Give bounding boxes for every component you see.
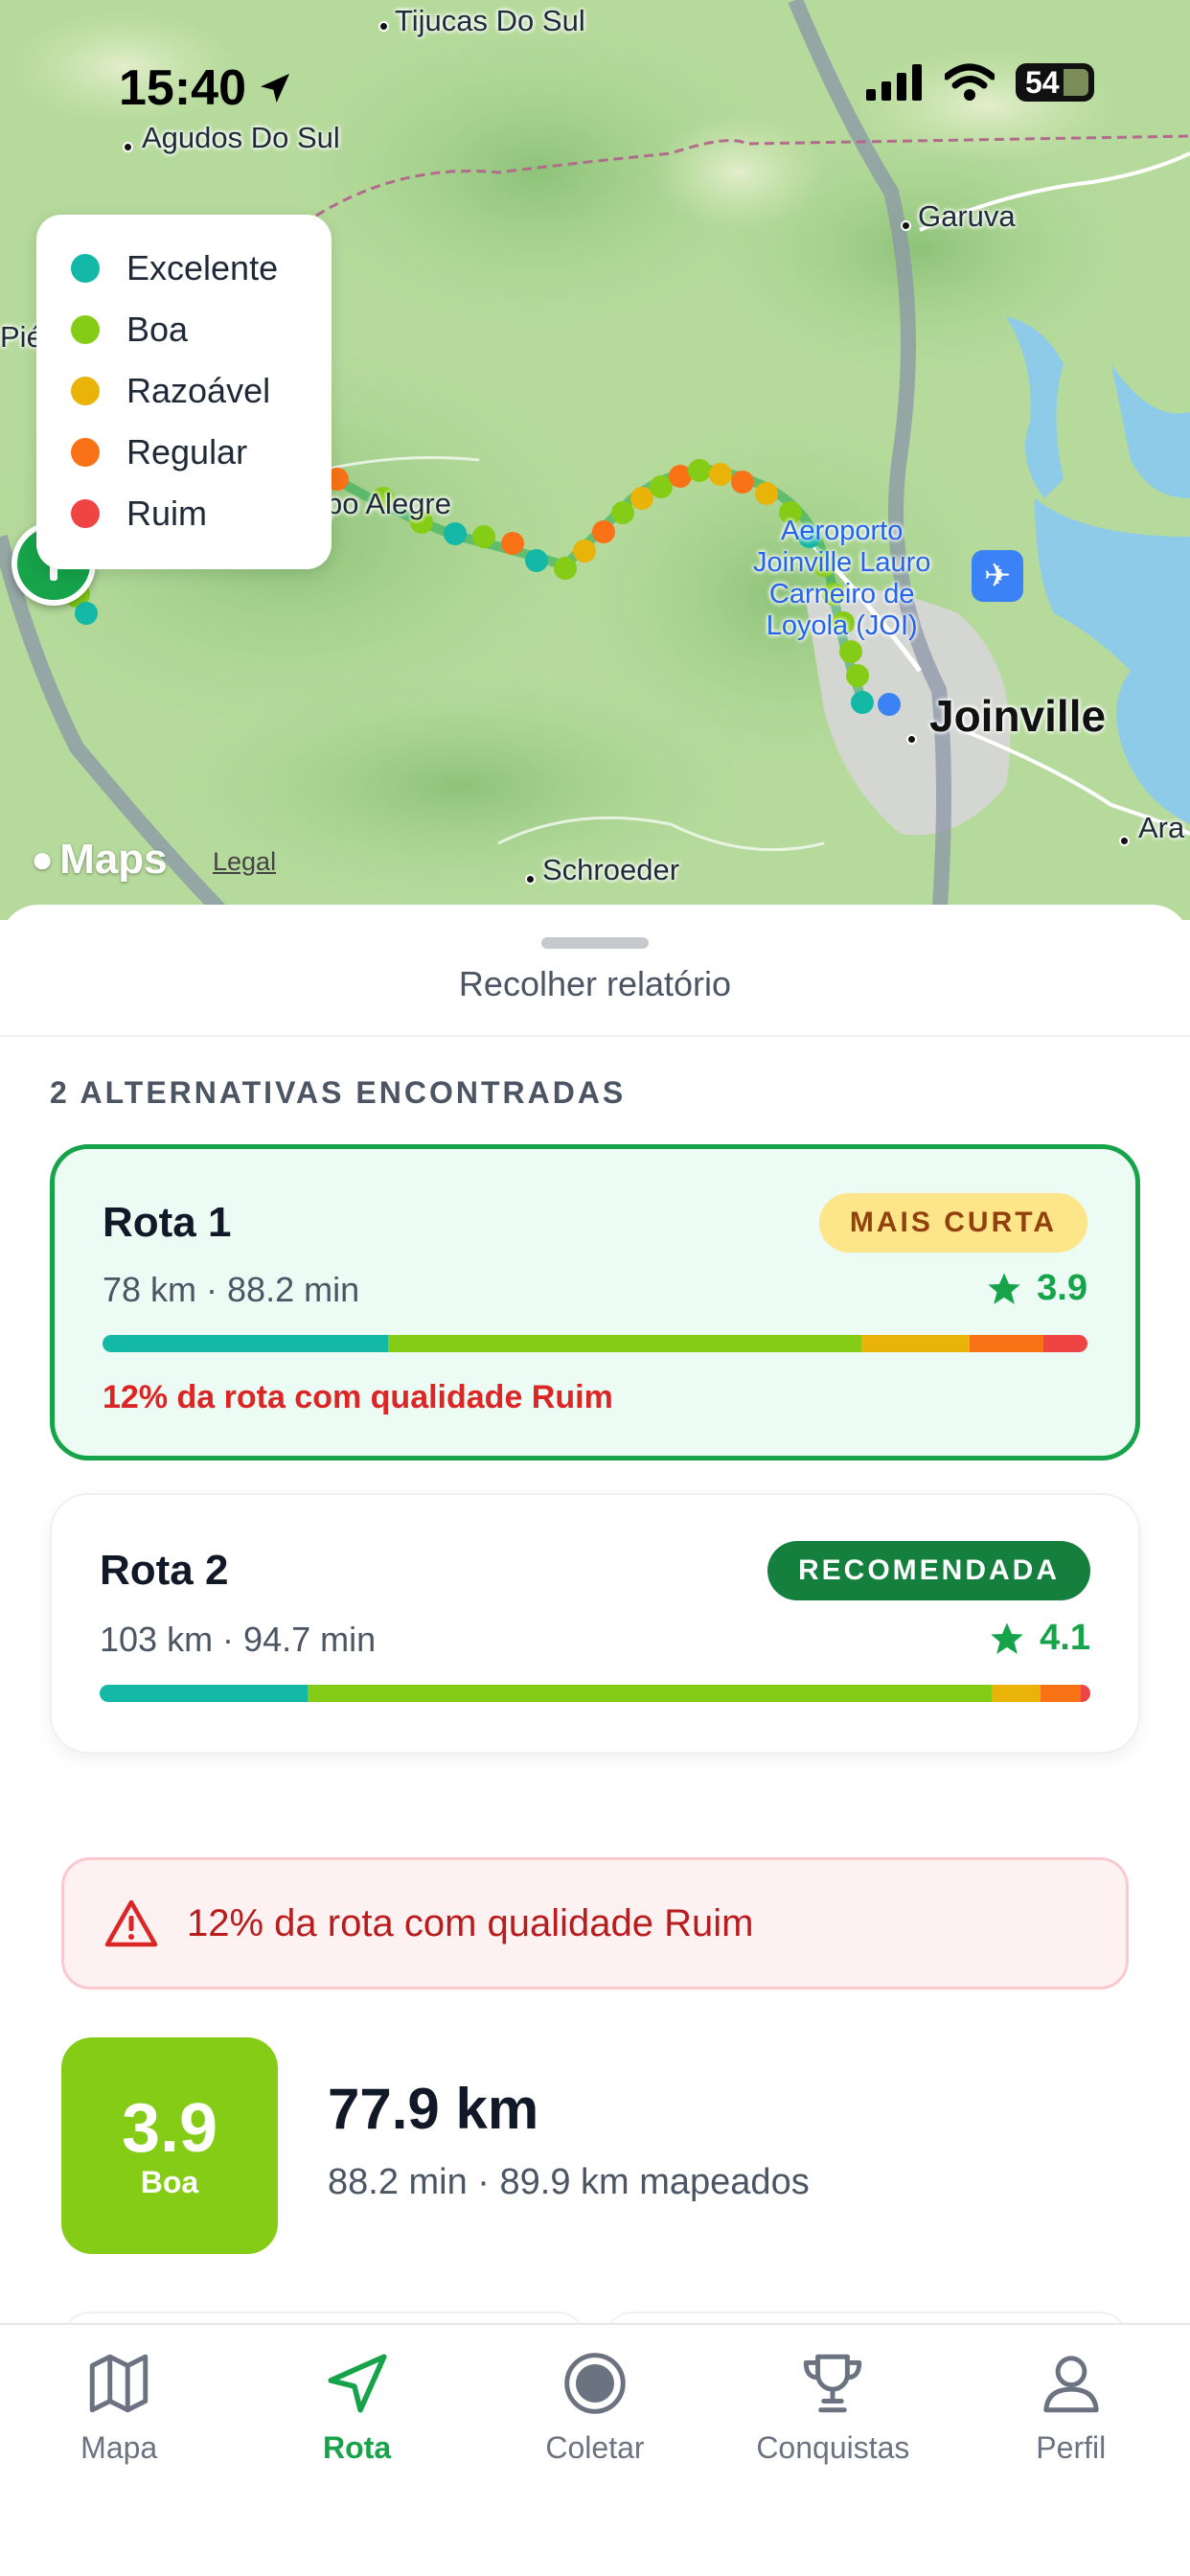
route-score: 3.9 bbox=[985, 1268, 1087, 1309]
route-card-2[interactable]: Rota 2 RECOMENDADA 103 km · 94.7 min 4.1 bbox=[50, 1493, 1140, 1754]
route-title: Rota 1 bbox=[103, 1199, 232, 1246]
person-icon bbox=[1043, 2356, 1099, 2413]
quality-segment-excelente bbox=[100, 1685, 309, 1702]
route-details: 88.2 min · 89.9 km mapeados bbox=[328, 2162, 810, 2202]
alternatives-heading: 2 ALTERNATIVAS ENCONTRADAS bbox=[50, 1075, 627, 1110]
quality-segment-regular bbox=[1041, 1685, 1081, 1702]
route-subtitle: 78 km · 88.2 min bbox=[103, 1270, 360, 1309]
city-dot bbox=[378, 21, 389, 32]
tab-conquistas[interactable]: Conquistas bbox=[714, 2325, 951, 2576]
place-schroeder: Schroeder bbox=[542, 853, 680, 886]
quality-segment-razoável bbox=[991, 1685, 1041, 1702]
apple-logo-icon: ● bbox=[31, 838, 55, 881]
legend-dot-icon bbox=[71, 499, 100, 528]
quality-segment-boa bbox=[388, 1335, 861, 1352]
status-time: 15:40 bbox=[119, 59, 294, 117]
quality-segment-boa bbox=[308, 1685, 992, 1702]
place-tijucas: Tijucas Do Sul bbox=[395, 4, 585, 37]
legend-item: Razoável bbox=[71, 360, 297, 422]
city-dot bbox=[901, 220, 911, 231]
collapse-report-button[interactable]: Recolher relatório bbox=[0, 964, 1190, 1004]
legend-dot-icon bbox=[71, 438, 100, 467]
legend-item: Ruim bbox=[71, 483, 297, 544]
airport-icon: ✈ bbox=[972, 550, 1023, 602]
quality-segment-excelente bbox=[103, 1335, 389, 1352]
route-subtitle: 103 km · 94.7 min bbox=[100, 1620, 377, 1659]
legend-dot-icon bbox=[71, 377, 100, 405]
tab-rota[interactable]: Rota bbox=[238, 2325, 475, 2576]
star-icon bbox=[988, 1272, 1020, 1304]
navigation-arrow-icon bbox=[328, 2354, 387, 2413]
record-icon bbox=[564, 2353, 626, 2414]
shortest-badge: MAIS CURTA bbox=[818, 1193, 1087, 1253]
route-title: Rota 2 bbox=[100, 1547, 229, 1594]
quality-segment-razoável bbox=[860, 1335, 970, 1352]
quality-segment-ruim bbox=[1080, 1685, 1090, 1702]
status-indicators: 54 bbox=[866, 63, 1094, 102]
map-icon bbox=[89, 2354, 149, 2413]
route-distance: 77.9 km bbox=[328, 2077, 539, 2141]
sheet-grabber[interactable] bbox=[541, 937, 649, 949]
quality-segment-ruim bbox=[1042, 1335, 1087, 1352]
warning-triangle-icon bbox=[104, 1899, 158, 1947]
route-score: 4.1 bbox=[988, 1618, 1090, 1659]
quality-segment-regular bbox=[969, 1335, 1043, 1352]
trophy-icon bbox=[804, 2354, 862, 2413]
place-agudos: Agudos Do Sul bbox=[142, 121, 340, 154]
quality-bar bbox=[103, 1335, 1087, 1352]
legend-item: Boa bbox=[71, 299, 297, 360]
place-joinville: Joinville bbox=[929, 691, 1107, 741]
divider bbox=[0, 1035, 1190, 1037]
place-campo-alegre: po Alegre bbox=[326, 487, 451, 520]
quality-bar bbox=[100, 1685, 1090, 1702]
maps-legal-link[interactable]: Legal bbox=[213, 847, 276, 877]
route-report-sheet: Recolher relatório 2 ALTERNATIVAS ENCONT… bbox=[0, 905, 1190, 2340]
city-dot bbox=[1119, 836, 1130, 846]
legend-dot-icon bbox=[71, 254, 100, 283]
place-ara: Ara bbox=[1138, 811, 1185, 844]
route-map[interactable]: ✈ Tijucas Do Sul Agudos Do Sul Garuva Pi… bbox=[0, 0, 1190, 920]
apple-maps-logo: ● Maps bbox=[31, 836, 168, 883]
quality-score-box: 3.9 Boa bbox=[61, 2037, 278, 2254]
score-quality: Boa bbox=[140, 2164, 199, 2199]
legend-label: Regular bbox=[126, 432, 248, 472]
legend-item: Excelente bbox=[71, 238, 297, 299]
star-icon bbox=[991, 1622, 1023, 1654]
legend-item: Regular bbox=[71, 422, 297, 483]
recommended-badge: RECOMENDADA bbox=[767, 1541, 1090, 1600]
tab-mapa[interactable]: Mapa bbox=[0, 2325, 238, 2576]
score-value: 3.9 bbox=[121, 2089, 218, 2167]
battery-icon: 54 bbox=[1016, 63, 1094, 102]
legend-label: Boa bbox=[126, 310, 189, 349]
route-warning: 12% da rota com qualidade Ruim bbox=[103, 1379, 613, 1415]
legend-label: Razoável bbox=[126, 371, 271, 410]
city-dot bbox=[123, 142, 133, 152]
place-airport: Aeroporto Joinville Lauro Carneiro de Lo… bbox=[753, 516, 931, 641]
legend-label: Ruim bbox=[126, 494, 208, 533]
tab-coletar[interactable]: Coletar bbox=[476, 2325, 714, 2576]
place-garuva: Garuva bbox=[918, 199, 1016, 233]
wifi-icon bbox=[945, 63, 995, 101]
tab-perfil[interactable]: Perfil bbox=[952, 2325, 1190, 2576]
route-card-1[interactable]: Rota 1 MAIS CURTA 78 km · 88.2 min 3.9 1… bbox=[50, 1144, 1140, 1460]
legend-label: Excelente bbox=[126, 248, 279, 288]
quality-alert: 12% da rota com qualidade Ruim bbox=[61, 1857, 1129, 1990]
city-dot bbox=[525, 874, 536, 885]
city-dot bbox=[906, 734, 917, 745]
tab-bar: Mapa Rota Coletar Conquistas Perfil bbox=[0, 2323, 1190, 2576]
alert-text: 12% da rota com qualidade Ruim bbox=[187, 1901, 754, 1944]
quality-legend: Excelente Boa Razoável Regular Ruim bbox=[36, 215, 332, 569]
cellular-signal-icon bbox=[866, 64, 922, 101]
location-arrow-icon bbox=[261, 74, 289, 103]
legend-dot-icon bbox=[71, 315, 100, 344]
